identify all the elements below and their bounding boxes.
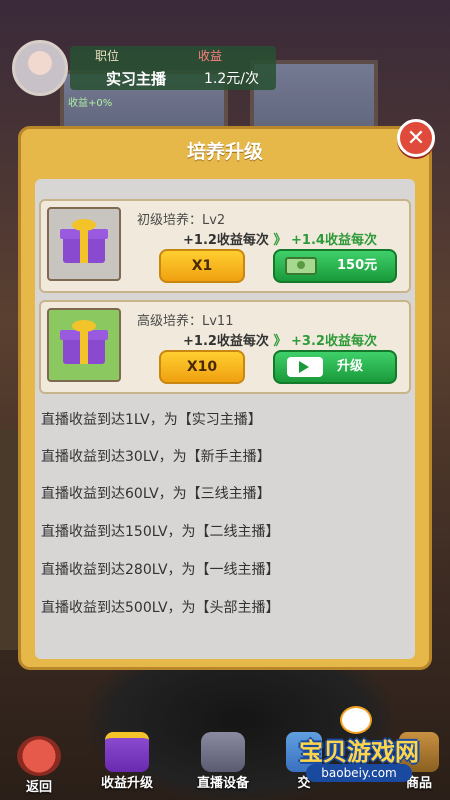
- current-income: +1.2收益每次: [183, 334, 269, 349]
- arrow-icon: 》: [273, 334, 287, 349]
- video-icon: [287, 357, 323, 377]
- level-item: 直播收益到达500LV，为【头部主播】: [41, 600, 280, 616]
- current-income: +1.2收益每次: [183, 233, 269, 248]
- level-item: 直播收益到达30LV，为【新手主播】: [41, 449, 271, 465]
- gift-icon: [105, 732, 149, 772]
- player-status-bar: 职位 收益 实习主播 1.2元/次 收益+0%: [12, 40, 276, 109]
- nav-label: 收益升级: [100, 776, 153, 791]
- nav-label: 直播设备: [196, 776, 249, 791]
- level-item: 直播收益到达280LV，为【一线主播】: [41, 562, 280, 578]
- price-label: 150元: [337, 258, 378, 273]
- buy-upgrade-button[interactable]: 150元: [273, 249, 397, 283]
- income-label: 收益: [198, 49, 223, 63]
- gift-icon: [60, 320, 108, 364]
- watermark-text: 宝贝游戏网: [299, 738, 419, 766]
- cash-icon: [285, 257, 317, 275]
- mascot-icon: [340, 706, 372, 734]
- multiplier-button[interactable]: X10: [159, 350, 245, 384]
- gift-icon: [60, 219, 108, 263]
- nav-income-upgrade[interactable]: 收益升级: [90, 732, 164, 791]
- next-income: +1.4收益每次: [291, 233, 377, 248]
- card-income-change: +1.2收益每次 》 +3.2收益每次: [183, 330, 377, 349]
- gift-icon-frame: [47, 308, 121, 382]
- modal-title: 培养升级: [186, 141, 263, 163]
- next-income: +3.2收益每次: [291, 334, 377, 349]
- job-label: 职位: [95, 49, 120, 63]
- income-value: 1.2元/次: [204, 71, 259, 87]
- upgrade-card-advanced: 高级培养：Lv11 +1.2收益每次 》 +3.2收益每次 X10 升级: [39, 300, 411, 394]
- watermark: 宝贝游戏网 baobeiy.com: [286, 706, 432, 786]
- bonus-text: 收益+0%: [68, 98, 113, 109]
- upgrade-modal: 培养升级 ✕ 初级培养：Lv2 +1.2收益每次 》 +1.4收益每次 X1 1…: [18, 119, 435, 670]
- nav-live-equipment[interactable]: 直播设备: [186, 732, 260, 791]
- watermark-url: baobeiy.com: [306, 764, 412, 782]
- camera-icon: [201, 732, 245, 772]
- job-value: 实习主播: [106, 70, 167, 88]
- arrow-icon: 》: [273, 233, 287, 248]
- back-icon: [17, 736, 61, 776]
- upgrade-card-basic: 初级培养：Lv2 +1.2收益每次 》 +1.4收益每次 X1 150元: [39, 199, 411, 293]
- level-item: 直播收益到达1LV，为【实习主播】: [41, 412, 262, 428]
- nav-label: 返回: [25, 780, 52, 795]
- level-item: 直播收益到达60LV，为【三线主播】: [41, 486, 271, 502]
- level-item: 直播收益到达150LV，为【二线主播】: [41, 524, 280, 540]
- gift-icon-frame: [47, 207, 121, 281]
- modal-body: 初级培养：Lv2 +1.2收益每次 》 +1.4收益每次 X1 150元 高级培…: [35, 179, 415, 659]
- nav-back[interactable]: 返回: [12, 736, 66, 795]
- card-title: 初级培养：Lv2: [137, 213, 226, 228]
- card-title: 高级培养：Lv11: [137, 314, 234, 329]
- avatar[interactable]: [12, 40, 68, 96]
- status-panel: 职位 收益 实习主播 1.2元/次: [70, 46, 276, 90]
- close-icon[interactable]: ✕: [397, 119, 435, 157]
- multiplier-button[interactable]: X1: [159, 249, 245, 283]
- watch-video-upgrade-button[interactable]: 升级: [273, 350, 397, 384]
- upgrade-label: 升级: [337, 359, 364, 374]
- card-income-change: +1.2收益每次 》 +1.4收益每次: [183, 229, 377, 248]
